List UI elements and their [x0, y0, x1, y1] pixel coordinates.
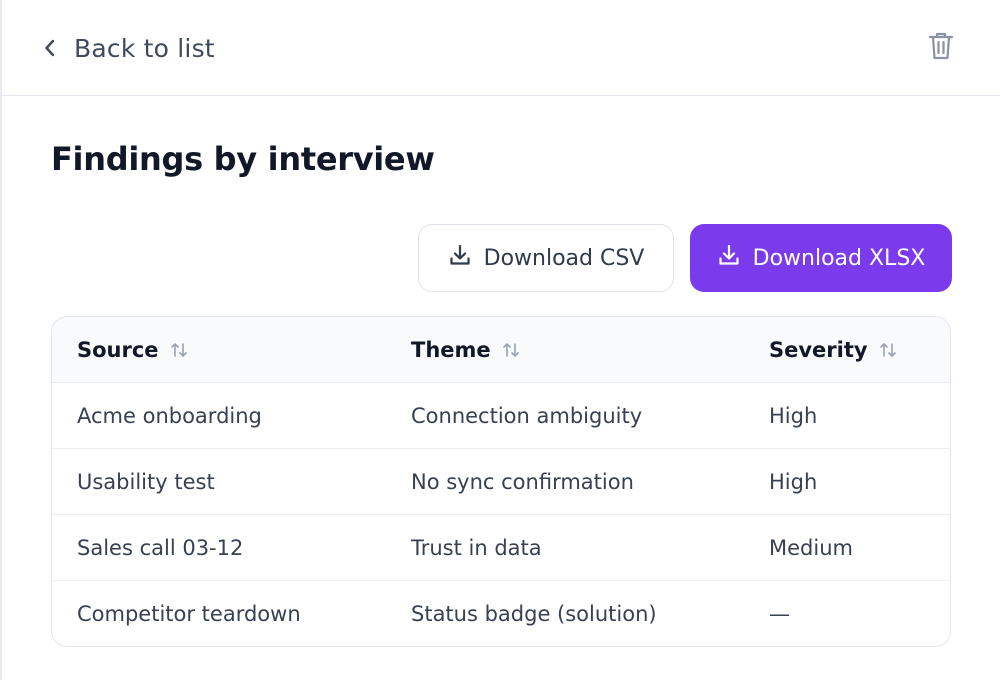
download-xlsx-button[interactable]: Download XLSX: [690, 224, 952, 292]
cell-source: Sales call 03-12: [77, 536, 244, 560]
column-header-label: Theme: [411, 338, 491, 362]
sort-icon: [169, 340, 189, 360]
cell-source: Competitor teardown: [77, 602, 301, 626]
column-header-label: Severity: [769, 338, 868, 362]
download-xlsx-label: Download XLSX: [752, 245, 926, 271]
column-header-theme[interactable]: Theme: [411, 317, 521, 383]
table-row[interactable]: Acme onboarding Connection ambiguity Hig…: [52, 383, 950, 449]
cell-theme: No sync confirmation: [411, 470, 634, 494]
cell-theme: Status badge (solution): [411, 602, 657, 626]
page: Back to list Findings by interview Downl…: [0, 0, 1000, 680]
back-to-list-label: Back to list: [74, 33, 215, 63]
cell-theme: Connection ambiguity: [411, 404, 643, 428]
trash-icon: [928, 31, 954, 65]
delete-button[interactable]: [926, 31, 956, 65]
left-divider: [0, 0, 2, 680]
download-csv-label: Download CSV: [483, 245, 645, 271]
cell-severity: —: [769, 602, 790, 626]
findings-table: Source Theme Severity Acme onboarding Co…: [51, 316, 951, 647]
download-icon: [717, 243, 741, 273]
back-to-list-link[interactable]: Back to list: [40, 30, 215, 66]
column-header-severity[interactable]: Severity: [769, 317, 898, 383]
table-row[interactable]: Sales call 03-12 Trust in data Medium: [52, 515, 950, 581]
top-bar: Back to list: [0, 0, 1000, 96]
page-title: Findings by interview: [51, 140, 435, 178]
cell-source: Usability test: [77, 470, 215, 494]
cell-theme: Trust in data: [411, 536, 542, 560]
sort-icon: [878, 340, 898, 360]
sort-icon: [501, 340, 521, 360]
download-csv-button[interactable]: Download CSV: [418, 224, 674, 292]
table-row[interactable]: Usability test No sync confirmation High: [52, 449, 950, 515]
column-header-label: Source: [77, 338, 159, 362]
cell-source: Acme onboarding: [77, 404, 262, 428]
table-row[interactable]: Competitor teardown Status badge (soluti…: [52, 581, 950, 646]
download-icon: [448, 243, 472, 273]
table-header: Source Theme Severity: [52, 317, 950, 383]
column-header-source[interactable]: Source: [77, 317, 189, 383]
cell-severity: Medium: [769, 536, 853, 560]
cell-severity: High: [769, 404, 818, 428]
chevron-left-icon: [40, 38, 60, 58]
cell-severity: High: [769, 470, 818, 494]
